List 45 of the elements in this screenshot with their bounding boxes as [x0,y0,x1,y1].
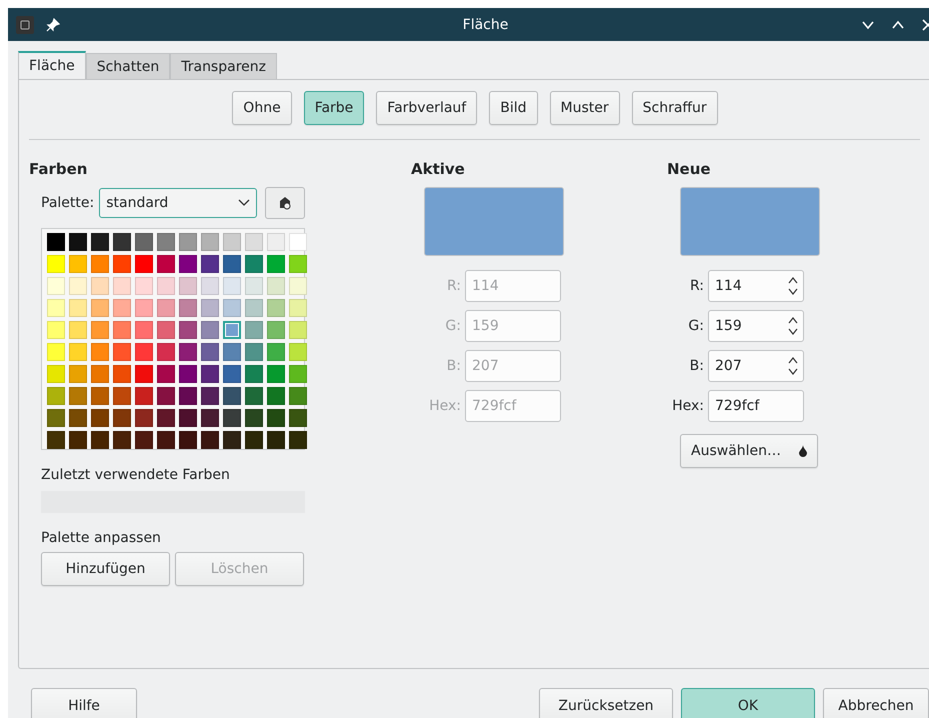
spin-arrows-icon[interactable] [787,315,799,337]
recent-colors-label: Zuletzt verwendete Farben [41,467,231,483]
input-field[interactable]: 729fcf [708,390,804,422]
section-heading: Aktive [411,160,466,178]
spin-arrows-icon[interactable] [787,355,799,377]
section-heading: Farben [29,160,88,178]
dialog-button[interactable]: OK [681,688,815,718]
tab[interactable]: Fläche [18,51,86,79]
fill-type-button[interactable]: Bild [489,91,538,125]
pin-icon[interactable] [46,18,60,32]
field-label: G: [444,318,461,334]
custom-palette-label: Palette anpassen [41,530,162,546]
dialog-button[interactable]: Zurücksetzen [539,688,673,718]
spin-field[interactable]: 207 [708,350,804,382]
pick-color-button[interactable]: Auswählen… [680,434,818,468]
app-icon [16,16,34,34]
window-title: Fläche [462,16,510,32]
field-label: Hex: [428,398,461,414]
fill-type-button[interactable]: Farbverlauf [376,91,478,125]
palette-icon [278,196,292,210]
field-label: R: [446,278,461,294]
spin-field[interactable]: 114 [708,270,804,302]
fill-type-button[interactable]: Farbe [304,91,364,125]
palette-menu-button[interactable] [265,187,306,219]
palette-dropdown[interactable]: standard [99,188,258,218]
caret-icon [238,199,250,207]
color-swatch[interactable] [223,321,241,339]
palette-label: Palette: [41,195,94,211]
spin-field[interactable]: 159 [708,310,804,342]
dialog-button[interactable]: Abbrechen [823,688,929,718]
field-label: Hex: [671,398,704,414]
field-label: G: [687,318,704,334]
palette-action-button[interactable]: Hinzufügen [41,552,170,586]
fill-type-button[interactable]: Schraffur [632,91,718,125]
fill-type-button[interactable]: Muster [550,91,620,125]
fill-type-button[interactable]: Ohne [232,91,292,125]
spin-arrows-icon[interactable] [787,275,799,297]
field-label: B: [446,358,461,374]
field-label: B: [688,358,704,374]
section-heading: Neue [667,160,712,178]
tab[interactable]: Transparenz [170,53,277,79]
tab[interactable]: Schatten [86,53,170,79]
droplet-icon [799,445,807,457]
field-label: R: [688,278,704,294]
dialog-button[interactable]: Hilfe [31,688,137,718]
